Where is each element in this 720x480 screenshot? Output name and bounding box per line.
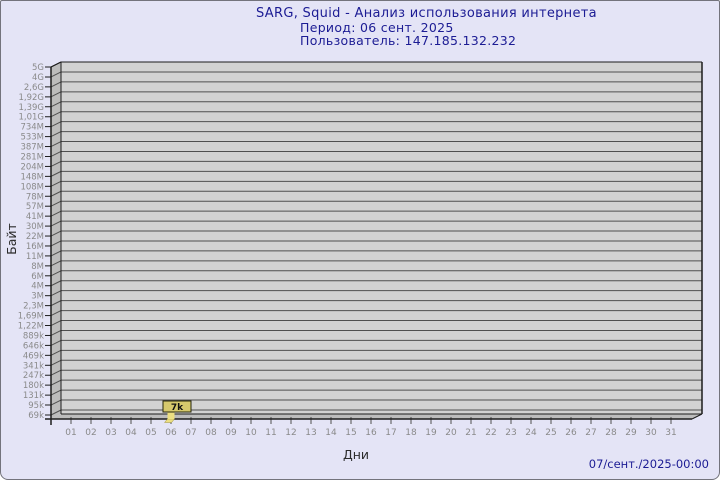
x-tick-label: 18 xyxy=(405,428,417,438)
y-tick-label: 95k xyxy=(28,401,44,411)
y-tick-label: 1,69M xyxy=(18,312,44,322)
x-tick-label: 07 xyxy=(185,428,196,438)
x-tick-label: 03 xyxy=(105,428,116,438)
x-tick-label: 02 xyxy=(85,428,96,438)
x-tick-label: 04 xyxy=(125,428,137,438)
y-tick-label: 2,6G xyxy=(24,83,44,93)
y-tick-label: 204M xyxy=(20,162,44,172)
x-tick-label: 12 xyxy=(285,428,296,438)
x-tick-label: 31 xyxy=(665,428,676,438)
x-tick-label: 26 xyxy=(565,428,577,438)
y-tick-label: 2,3M xyxy=(23,302,44,312)
x-tick-label: 10 xyxy=(245,428,257,438)
y-tick-label: 469k xyxy=(23,351,44,361)
plot-back-wall xyxy=(61,62,702,414)
y-tick-label: 281M xyxy=(20,152,44,162)
y-tick-label: 1,39G xyxy=(18,103,44,113)
y-tick-label: 8M xyxy=(31,262,44,272)
x-tick-label: 27 xyxy=(585,428,596,438)
y-tick-label: 16M xyxy=(26,242,44,252)
bar-value-label: 7k xyxy=(171,403,184,413)
x-tick-label: 29 xyxy=(625,428,637,438)
y-tick-label: 1,22M xyxy=(18,322,44,332)
y-tick-label: 69k xyxy=(28,411,44,421)
y-tick-label: 11M xyxy=(26,252,44,262)
x-tick-label: 15 xyxy=(345,428,356,438)
x-tick-label: 05 xyxy=(145,428,156,438)
x-tick-label: 28 xyxy=(605,428,617,438)
y-tick-label: 734M xyxy=(20,123,44,133)
y-tick-label: 148M xyxy=(20,172,44,182)
y-tick-label: 533M xyxy=(20,133,44,143)
y-tick-label: 889k xyxy=(23,331,44,341)
x-tick-label: 01 xyxy=(65,428,76,438)
y-tick-label: 78M xyxy=(26,192,44,202)
x-axis-title: Дни xyxy=(343,447,369,462)
y-tick-label: 387M xyxy=(20,143,44,153)
y-tick-label: 646k xyxy=(23,341,44,351)
y-axis-title: Байт xyxy=(4,223,19,255)
x-tick-label: 13 xyxy=(305,428,316,438)
x-tick-label: 06 xyxy=(165,428,177,438)
sarg-report-page: SARG, Squid - Анализ использования интер… xyxy=(0,0,720,480)
x-tick-label: 20 xyxy=(445,428,457,438)
x-tick-label: 19 xyxy=(425,428,437,438)
y-tick-label: 3M xyxy=(31,292,44,302)
x-tick-label: 08 xyxy=(205,428,217,438)
x-tick-label: 09 xyxy=(225,428,237,438)
x-tick-label: 23 xyxy=(505,428,516,438)
x-tick-label: 24 xyxy=(525,428,537,438)
y-tick-label: 341k xyxy=(23,361,44,371)
usage-bar-chart: 5G4G2,6G1,92G1,39G1,01G734M533M387M281M2… xyxy=(1,1,720,480)
y-tick-label: 30M xyxy=(26,222,44,232)
y-tick-label: 247k xyxy=(23,371,44,381)
x-tick-label: 21 xyxy=(465,428,476,438)
x-tick-label: 11 xyxy=(265,428,276,438)
y-tick-label: 1,01G xyxy=(18,113,44,123)
x-tick-label: 22 xyxy=(485,428,496,438)
y-tick-label: 131k xyxy=(23,391,44,401)
y-tick-label: 57M xyxy=(26,202,44,212)
x-tick-label: 25 xyxy=(545,428,556,438)
y-tick-label: 22M xyxy=(26,232,44,242)
x-tick-label: 17 xyxy=(385,428,396,438)
x-tick-label: 16 xyxy=(365,428,377,438)
y-tick-label: 4G xyxy=(32,73,44,83)
y-tick-label: 108M xyxy=(20,182,44,192)
generation-timestamp: 07/сент./2025-00:00 xyxy=(589,457,709,471)
y-tick-label: 6M xyxy=(31,272,44,282)
y-tick-label: 1,92G xyxy=(18,93,44,103)
y-tick-label: 41M xyxy=(26,212,44,222)
x-tick-label: 30 xyxy=(645,428,657,438)
x-tick-label: 14 xyxy=(325,428,337,438)
y-tick-label: 5G xyxy=(32,63,44,73)
y-tick-label: 4M xyxy=(31,282,44,292)
y-tick-label: 180k xyxy=(23,381,44,391)
